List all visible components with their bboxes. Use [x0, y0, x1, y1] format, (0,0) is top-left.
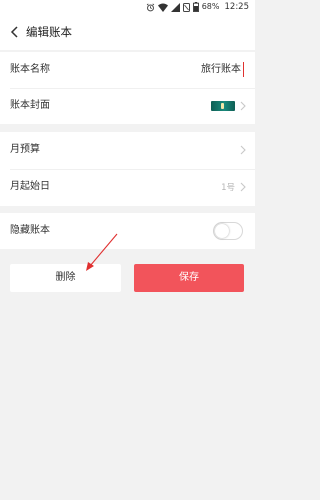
battery-percent: 68%	[201, 2, 220, 11]
monthly-budget-row[interactable]: 月预算	[0, 132, 255, 168]
month-start-day-value: 1号	[221, 183, 235, 193]
ledger-cover-label: 账本封面	[10, 100, 50, 111]
cover-thumbnail	[211, 101, 235, 111]
hide-ledger-label: 隐藏账本	[10, 225, 50, 236]
clock: 12:25	[224, 2, 250, 12]
text-cursor	[243, 62, 244, 77]
title-bar: 编辑账本	[0, 14, 255, 50]
status-icons: 68% 12:25	[146, 2, 249, 12]
save-button[interactable]: 保存	[134, 264, 244, 292]
month-start-day-row[interactable]: 月起始日 1号	[0, 169, 255, 205]
page-title: 编辑账本	[26, 25, 72, 39]
ledger-name-row[interactable]: 账本名称 旅行账本	[0, 52, 255, 88]
delete-button[interactable]: 删除	[10, 264, 121, 292]
chevron-right-icon	[240, 182, 246, 192]
hide-ledger-row: 隐藏账本	[0, 213, 255, 249]
status-bar: 68% 12:25	[0, 0, 255, 14]
hide-ledger-toggle[interactable]	[213, 222, 243, 240]
monthly-budget-label: 月预算	[10, 144, 40, 155]
chevron-right-icon	[240, 101, 246, 111]
month-start-day-label: 月起始日	[10, 181, 50, 192]
chevron-right-icon	[240, 145, 246, 155]
alarm-icon	[146, 3, 154, 11]
ledger-basic-card: 账本名称 旅行账本 账本封面	[0, 52, 255, 124]
chevron-left-icon[interactable]	[8, 25, 22, 39]
toggle-knob	[215, 224, 229, 238]
ledger-name-label: 账本名称	[10, 64, 50, 75]
ledger-hide-card: 隐藏账本	[0, 213, 255, 249]
signal-icon	[170, 2, 180, 12]
wifi-icon	[157, 3, 168, 12]
ledger-name-input[interactable]: 旅行账本	[201, 63, 241, 77]
no-sim-icon	[182, 2, 190, 12]
ledger-budget-card: 月预算 月起始日 1号	[0, 132, 255, 206]
ledger-cover-row[interactable]: 账本封面	[0, 88, 255, 124]
battery-icon	[192, 2, 199, 12]
